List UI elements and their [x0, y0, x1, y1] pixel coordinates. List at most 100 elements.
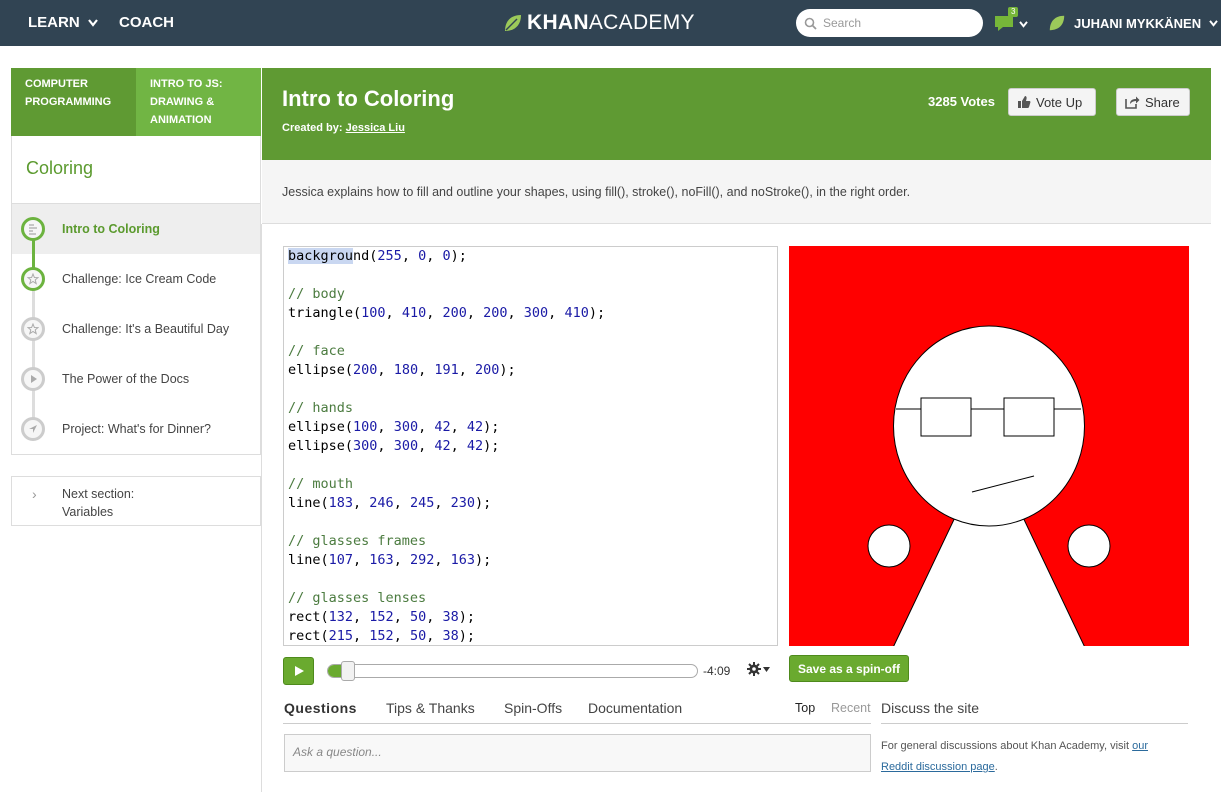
- share-button[interactable]: Share: [1116, 88, 1190, 116]
- code-line[interactable]: ellipse(300, 300, 42, 42);: [288, 437, 773, 456]
- vote-up-label: Vote Up: [1036, 94, 1083, 110]
- learn-menu[interactable]: LEARN: [28, 0, 98, 46]
- logo-text: KHANACADEMY: [527, 11, 695, 34]
- sort-recent[interactable]: Recent: [831, 701, 871, 715]
- scrubber-handle[interactable]: [341, 661, 355, 681]
- user-menu[interactable]: JUHANI MYKKÄNEN: [1048, 0, 1218, 46]
- page-title: Intro to Coloring: [282, 86, 455, 111]
- top-navigation-bar: LEARN COACH KHANACADEMY 3 JUHANI MYKKÄNE…: [0, 0, 1221, 46]
- code-line[interactable]: // glasses frames: [288, 532, 773, 551]
- thumbs-up-icon: [1018, 96, 1031, 108]
- time-remaining: -4:09: [703, 664, 731, 678]
- code-line[interactable]: ellipse(200, 180, 191, 200);: [288, 361, 773, 380]
- search-input[interactable]: [823, 16, 973, 30]
- breadcrumb-intro-to-js[interactable]: INTRO TO JS: DRAWING & ANIMATION: [136, 68, 261, 136]
- lesson-description: Jessica explains how to fill and outline…: [262, 160, 1211, 224]
- tab-tips-and-thanks[interactable]: Tips & Thanks: [386, 700, 475, 716]
- coach-link[interactable]: COACH: [119, 0, 174, 46]
- author-link[interactable]: Jessica Liu: [346, 122, 405, 134]
- chat-bubble-icon: [995, 16, 1013, 31]
- discuss-description: For general discussions about Khan Acade…: [881, 740, 1130, 752]
- code-line[interactable]: [288, 513, 773, 532]
- leaf-icon: [505, 15, 521, 31]
- discuss-the-site-text: For general discussions about Khan Acade…: [881, 736, 1191, 778]
- code-line[interactable]: rect(215, 152, 50, 38);: [288, 627, 773, 645]
- ask-question-input[interactable]: Ask a question...: [284, 734, 871, 772]
- notification-count-badge: 3: [1008, 7, 1019, 17]
- code-line[interactable]: line(183, 246, 245, 230);: [288, 494, 773, 513]
- gear-icon: [747, 662, 761, 676]
- caret-down-icon: [763, 666, 770, 672]
- breadcrumb-computer-programming[interactable]: COMPUTER PROGRAMMING: [11, 68, 136, 136]
- code-line[interactable]: background(255, 0, 0);: [288, 247, 773, 266]
- reddit-discussion-link[interactable]: Reddit discussion page: [881, 761, 995, 773]
- tutorial-item-ice-cream-code[interactable]: Challenge: Ice Cream Code: [12, 254, 260, 304]
- discuss-period: .: [994, 761, 998, 773]
- code-line[interactable]: [288, 570, 773, 589]
- chevron-down-icon: [1209, 19, 1218, 27]
- khan-academy-logo[interactable]: KHANACADEMY: [503, 9, 695, 37]
- tutorial-item-label: The Power of the Docs: [62, 372, 190, 386]
- settings-menu[interactable]: [747, 662, 770, 676]
- chevron-down-icon: [87, 19, 98, 27]
- code-line[interactable]: [288, 266, 773, 285]
- next-section-label: Next section:: [62, 487, 135, 501]
- code-line[interactable]: triangle(100, 410, 200, 200, 300, 410);: [288, 304, 773, 323]
- tutorial-item-intro-to-coloring[interactable]: Intro to Coloring: [12, 204, 260, 254]
- byline: Created by: Jessica Liu: [282, 122, 405, 134]
- vote-up-button[interactable]: Vote Up: [1008, 88, 1096, 116]
- code-line[interactable]: rect(132, 152, 50, 38);: [288, 608, 773, 627]
- lesson-header: Intro to Coloring Created by: Jessica Li…: [262, 68, 1211, 160]
- progress-rail-remaining: [32, 279, 35, 429]
- reddit-link-our[interactable]: our: [1132, 740, 1148, 752]
- save-as-spin-off-button[interactable]: Save as a spin-off: [789, 655, 909, 682]
- user-avatar-leaf-icon: [1049, 15, 1065, 31]
- search-icon: [804, 17, 817, 30]
- code-line[interactable]: // mouth: [288, 475, 773, 494]
- right-hand-ellipse: [1067, 524, 1111, 568]
- section-title[interactable]: Coloring: [11, 136, 261, 204]
- playback-scrubber[interactable]: [327, 664, 698, 678]
- tutorial-item-label: Challenge: It's a Beautiful Day: [62, 322, 230, 336]
- tab-spin-offs[interactable]: Spin-Offs: [504, 700, 562, 716]
- compass-icon: [21, 417, 45, 441]
- notifications-button[interactable]: 3: [994, 7, 1034, 37]
- next-section-name: Variables: [62, 505, 114, 519]
- tutorial-list: Intro to Coloring Challenge: Ice Cream C…: [11, 204, 261, 455]
- chevron-right-icon: ›: [32, 486, 37, 502]
- code-line[interactable]: // face: [288, 342, 773, 361]
- tab-questions[interactable]: Questions: [284, 700, 357, 716]
- output-canvas[interactable]: [789, 246, 1189, 646]
- tutorial-item-label: Intro to Coloring: [62, 222, 160, 236]
- code-line[interactable]: // body: [288, 285, 773, 304]
- code-line[interactable]: [288, 380, 773, 399]
- tab-documentation[interactable]: Documentation: [588, 700, 682, 716]
- play-button[interactable]: [283, 657, 314, 685]
- next-section-link[interactable]: › Next section: Variables: [11, 476, 261, 526]
- sort-top[interactable]: Top: [795, 701, 815, 715]
- right-glasses-lens: [1003, 397, 1055, 437]
- tutorial-item-label: Project: What's for Dinner?: [62, 422, 211, 436]
- star-icon: [21, 317, 45, 341]
- tutorial-item-whats-for-dinner[interactable]: Project: What's for Dinner?: [12, 404, 260, 454]
- search-box[interactable]: [796, 9, 983, 37]
- code-line[interactable]: ellipse(100, 300, 42, 42);: [288, 418, 773, 437]
- code-line[interactable]: // glasses lenses: [288, 589, 773, 608]
- code-line[interactable]: [288, 456, 773, 475]
- chevron-down-icon: [1019, 21, 1028, 28]
- talkthrough-icon: [21, 217, 45, 241]
- code-line[interactable]: [288, 323, 773, 342]
- code-editor[interactable]: background(255, 0, 0); // body triangle(10…: [283, 246, 778, 646]
- content-divider: [261, 224, 262, 792]
- breadcrumb: COMPUTER PROGRAMMING INTRO TO JS: DRAWIN…: [11, 68, 261, 136]
- code-line[interactable]: // hands: [288, 399, 773, 418]
- tutorial-item-label: Challenge: Ice Cream Code: [62, 272, 217, 286]
- discuss-the-site-heading: Discuss the site: [881, 700, 1188, 724]
- code-line[interactable]: line(107, 163, 292, 163);: [288, 551, 773, 570]
- created-by-label: Created by:: [282, 122, 343, 134]
- play-icon: [294, 666, 304, 676]
- tutorial-item-power-of-docs[interactable]: The Power of the Docs: [12, 354, 260, 404]
- share-icon: [1125, 96, 1140, 109]
- tutorial-item-beautiful-day[interactable]: Challenge: It's a Beautiful Day: [12, 304, 260, 354]
- play-icon: [21, 367, 45, 391]
